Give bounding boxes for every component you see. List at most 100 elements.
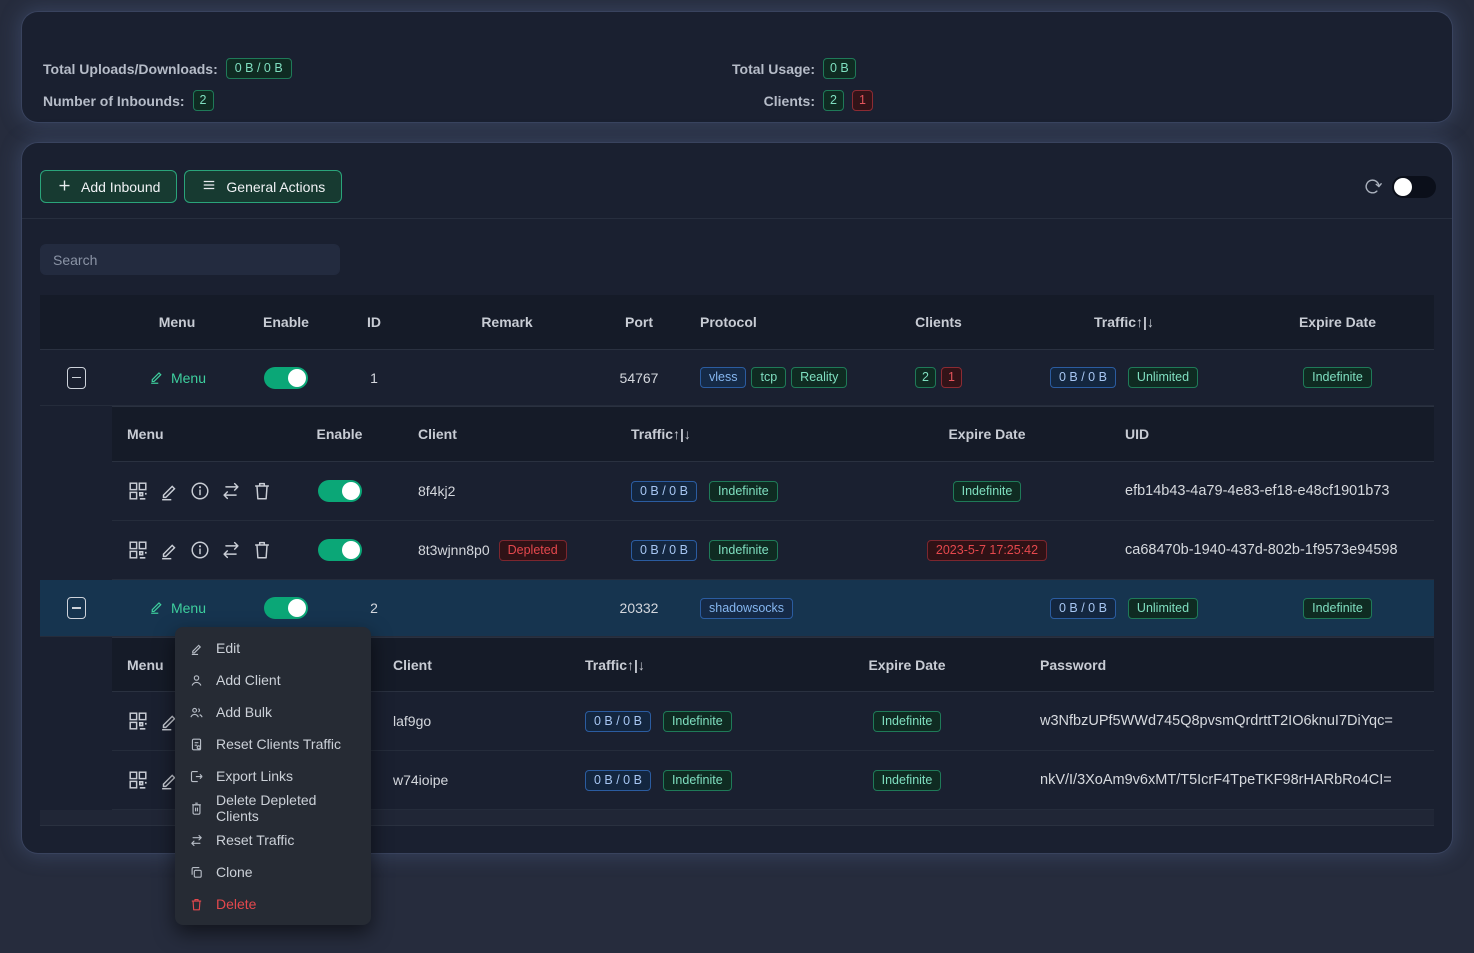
menu-item-label: Delete <box>216 896 256 912</box>
qrcode-icon[interactable] <box>127 710 149 732</box>
traffic-column-header[interactable]: Traffic↑|↓ <box>577 657 645 673</box>
menu-item-delete[interactable]: Delete <box>175 888 371 920</box>
menu-item-add-bulk[interactable]: Add Bulk <box>175 696 371 728</box>
traffic-badge: 0 B / 0 B <box>631 481 697 502</box>
add-inbound-button[interactable]: Add Inbound <box>40 170 177 203</box>
menu-item-export-links[interactable]: Export Links <box>175 760 371 792</box>
inbound-menu-link[interactable]: Menu <box>148 368 206 388</box>
clients-column-header: Clients <box>915 314 962 330</box>
menu-item-delete-depleted-clients[interactable]: Delete Depleted Clients <box>175 792 371 824</box>
table-header-row: Menu Enable ID Remark Port Protocol Clie… <box>40 295 1434 350</box>
add-inbound-label: Add Inbound <box>81 179 160 195</box>
general-actions-label: General Actions <box>226 179 325 195</box>
stats-card: Total Uploads/Downloads: 0 B / 0 B Numbe… <box>22 12 1452 122</box>
traffic-total-badge: Indefinite <box>709 481 778 502</box>
total-usage-label: Total Usage: <box>682 61 815 77</box>
clients-depleted-count: 1 <box>852 90 873 111</box>
inbound-menu-label: Menu <box>171 370 206 386</box>
inbounds-page: Total Uploads/Downloads: 0 B / 0 B Numbe… <box>0 0 1474 953</box>
info-icon[interactable] <box>189 539 211 561</box>
traffic-column-header[interactable]: Traffic↑|↓ <box>617 426 691 442</box>
client-traffic: 0 B / 0 B Indefinite <box>617 540 778 561</box>
clients-active-count: 2 <box>823 90 844 111</box>
reset-traffic-icon <box>189 833 204 848</box>
menu-item-label: Clone <box>216 864 253 880</box>
hamburger-icon <box>201 178 217 195</box>
expire-badge: Indefinite <box>1303 598 1372 619</box>
inbound-protocols: vless tcp Reality <box>682 367 847 388</box>
menu-item-label: Reset Traffic <box>216 832 294 848</box>
client-enable-switch[interactable] <box>318 539 362 561</box>
menu-item-reset-traffic[interactable]: Reset Traffic <box>175 824 371 856</box>
menu-item-label: Delete Depleted Clients <box>216 792 357 824</box>
menu-column-header: Menu <box>159 314 196 330</box>
remark-column-header: Remark <box>481 314 532 330</box>
clients-depleted-badge: 1 <box>941 367 962 388</box>
enable-column-header: Enable <box>317 426 363 442</box>
clients-stat: Clients: 2 1 <box>682 90 873 111</box>
uid-column-header: UID <box>1107 426 1149 442</box>
number-of-inbounds-stat: Number of Inbounds: 2 <box>43 90 292 111</box>
client-column-header: Client <box>382 426 457 442</box>
dark-mode-switch[interactable] <box>1392 176 1436 198</box>
edit-client-icon[interactable] <box>158 539 180 561</box>
edit-client-icon[interactable] <box>158 480 180 502</box>
menu-item-edit[interactable]: Edit <box>175 632 371 664</box>
traffic-badge: 0 B / 0 B <box>1050 367 1116 388</box>
client-enable-switch[interactable] <box>318 480 362 502</box>
export-icon <box>189 769 204 784</box>
inbound-id: 1 <box>370 370 378 386</box>
toolbar-divider <box>22 218 1452 219</box>
traffic-total-badge: Indefinite <box>663 711 732 732</box>
menu-item-add-client[interactable]: Add Client <box>175 664 371 696</box>
info-icon[interactable] <box>189 480 211 502</box>
refresh-icon[interactable] <box>1363 177 1382 196</box>
menu-item-label: Edit <box>216 640 240 656</box>
search-input[interactable] <box>40 244 340 275</box>
collapse-row-button[interactable] <box>67 367 86 389</box>
inbound-port: 54767 <box>620 370 659 386</box>
traffic-total-badge: Unlimited <box>1128 598 1198 619</box>
id-column-header: ID <box>367 314 381 330</box>
qrcode-icon[interactable] <box>127 539 149 561</box>
security-badge: Reality <box>791 367 847 388</box>
stats-left-column: Total Uploads/Downloads: 0 B / 0 B Numbe… <box>43 58 292 111</box>
protocol-badge: vless <box>700 367 746 388</box>
reset-traffic-icon[interactable] <box>220 539 242 561</box>
menu-item-clone[interactable]: Clone <box>175 856 371 888</box>
client-traffic: 0 B / 0 B Indefinite <box>577 711 732 732</box>
expire-badge: Indefinite <box>953 481 1022 502</box>
reset-traffic-icon[interactable] <box>220 480 242 502</box>
expire-column-header: Expire Date <box>868 657 945 673</box>
client-name-cell: 8t3wjnn8p0 Depleted <box>382 540 567 561</box>
expire-badge: 2023-5-7 17:25:42 <box>927 540 1047 561</box>
inbounds-panel: Add Inbound General Actions Menu Enable <box>22 143 1452 853</box>
client-name: w74ioipe <box>382 772 448 788</box>
inbound-menu-label: Menu <box>171 600 206 616</box>
traffic-column-header[interactable]: Traffic↑|↓ <box>1094 314 1154 330</box>
collapse-row-button[interactable] <box>67 597 86 619</box>
delete-client-icon[interactable] <box>251 539 273 561</box>
qrcode-icon[interactable] <box>127 769 149 791</box>
inbound-enable-switch[interactable] <box>264 597 308 619</box>
toolbar-right <box>1363 176 1436 198</box>
number-of-inbounds-value: 2 <box>193 90 214 111</box>
stats-right-column: Total Usage: 0 B Clients: 2 1 <box>682 58 873 111</box>
traffic-total-badge: Unlimited <box>1128 367 1198 388</box>
expire-badge: Indefinite <box>873 770 942 791</box>
inbound-menu-link[interactable]: Menu <box>148 598 206 618</box>
menu-item-reset-clients-traffic[interactable]: Reset Clients Traffic <box>175 728 371 760</box>
protocol-badge: shadowsocks <box>700 598 793 619</box>
delete-depleted-icon <box>189 801 204 816</box>
traffic-badge: 0 B / 0 B <box>585 711 651 732</box>
delete-client-icon[interactable] <box>251 480 273 502</box>
general-actions-button[interactable]: General Actions <box>184 170 342 203</box>
pencil-icon <box>148 598 165 618</box>
inbound-context-menu: Edit Add Client Add Bulk Reset Clients T… <box>175 627 371 925</box>
qrcode-icon[interactable] <box>127 480 149 502</box>
inbound-enable-switch[interactable] <box>264 367 308 389</box>
trash-icon <box>189 897 204 912</box>
switch-knob <box>342 482 360 500</box>
total-uploads-downloads-stat: Total Uploads/Downloads: 0 B / 0 B <box>43 58 292 79</box>
client-uid: efb14b43-4a79-4e83-ef18-e48cf1901b73 <box>1107 483 1389 499</box>
